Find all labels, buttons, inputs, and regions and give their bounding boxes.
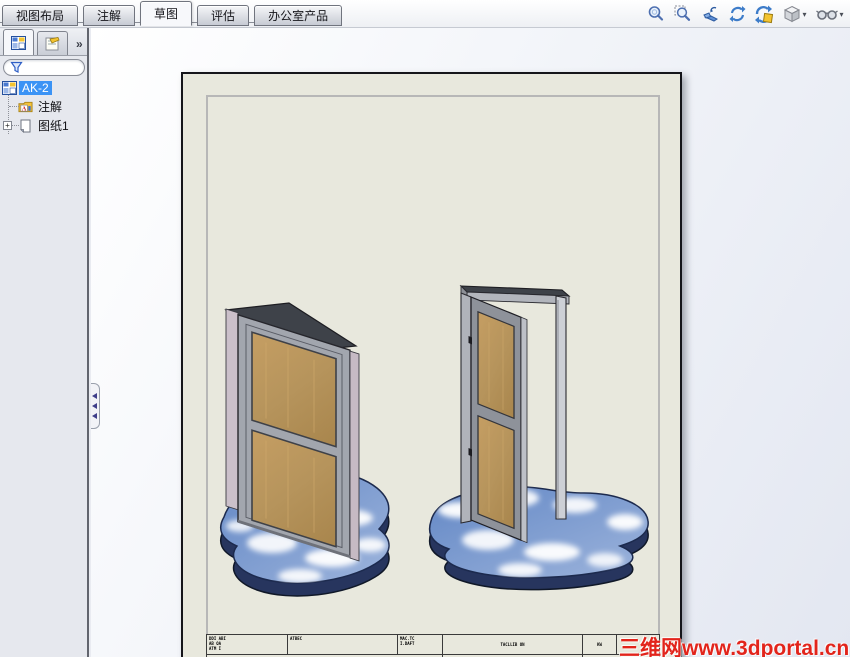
sheet-inner-border	[206, 95, 660, 634]
heads-up-toolbar: ▾ ▾	[646, 2, 844, 26]
tree-item-label: AK-2	[19, 80, 52, 95]
feature-tree: AK-2 A 注解 + 图纸1	[0, 78, 87, 135]
collapse-arrow-icon	[91, 393, 97, 399]
tab-office-products[interactable]: 办公室产品	[254, 5, 343, 26]
feature-manager-panel: » AK-2 A 注解 + 图纸1	[0, 28, 89, 657]
title-block: DDI ABI AB OA ATM I ATBEC MAC.TC I.DAFT …	[206, 634, 660, 657]
previous-view-icon[interactable]	[700, 4, 720, 24]
feature-tree-icon	[11, 35, 26, 50]
tree-item-label: 注解	[38, 100, 63, 114]
collapse-arrow-icon	[91, 413, 97, 419]
display-style-icon[interactable]: ▾	[816, 4, 844, 24]
annotations-folder-icon: A	[18, 101, 33, 112]
panel-splitter-handle[interactable]	[91, 383, 100, 429]
title-block-cell: MAC.TC I.DAFT	[398, 635, 443, 654]
drawing-document-icon	[2, 80, 17, 95]
tab-sketch[interactable]: 草图	[140, 1, 193, 26]
title-block-cell: ATBEC	[288, 635, 398, 654]
property-manager-icon	[45, 36, 60, 50]
tree-item-annotations[interactable]: A 注解	[0, 97, 87, 116]
tab-annotation[interactable]: 注解	[83, 5, 136, 26]
rebuild-sheet-icon[interactable]	[754, 4, 774, 24]
zoom-to-fit-icon[interactable]	[646, 4, 666, 24]
feature-manager-tab[interactable]	[3, 29, 34, 55]
title-block-row: DDI ABI AB OA ATM I ATBEC MAC.TC I.DAFT …	[206, 635, 660, 655]
graphics-area[interactable]: DDI ABI AB OA ATM I ATBEC MAC.TC I.DAFT …	[91, 28, 850, 657]
expand-plus-button[interactable]: +	[3, 121, 12, 130]
watermark-text: 三维网www.3dportal.cn	[619, 637, 850, 657]
collapse-arrow-icon	[91, 403, 97, 409]
tab-evaluate[interactable]: 评估	[197, 5, 250, 26]
filter-input[interactable]	[26, 61, 84, 74]
drawing-sheet-icon	[20, 119, 31, 133]
tree-item-sheet1[interactable]: + 图纸1	[0, 116, 87, 135]
panel-tab-strip: »	[0, 29, 87, 56]
property-manager-tab[interactable]	[37, 31, 68, 55]
dropdown-caret-icon: ▾	[839, 9, 844, 19]
tree-item-label: 图纸1	[38, 119, 69, 133]
title-block-cell: DDI ABI AB OA ATM I	[206, 635, 288, 654]
tree-item-ak2[interactable]: AK-2	[0, 78, 87, 97]
filter-box[interactable]	[3, 59, 85, 76]
title-block-cell: KW	[583, 635, 617, 654]
refresh-view-icon[interactable]	[727, 4, 747, 24]
solidworks-window: 视图布局 注解 草图 评估 办公室产品 ▾ ▾ DDI ABI AB OA AT…	[0, 0, 850, 657]
dropdown-caret-icon: ▾	[802, 9, 807, 19]
filter-funnel-icon	[10, 61, 23, 73]
ribbon-tabs: 视图布局 注解 草图 评估 办公室产品	[2, 1, 343, 26]
command-manager-bar: 视图布局 注解 草图 评估 办公室产品 ▾ ▾	[0, 0, 850, 28]
svg-text:A: A	[22, 106, 27, 112]
tree-connector	[9, 106, 19, 107]
tab-view-layout[interactable]: 视图布局	[2, 5, 79, 26]
drawing-sheet[interactable]: DDI ABI AB OA ATM I ATBEC MAC.TC I.DAFT …	[181, 72, 682, 657]
panel-tab-overflow[interactable]: »	[76, 37, 83, 51]
zoom-to-area-icon[interactable]	[673, 4, 693, 24]
view-orientation-icon[interactable]: ▾	[781, 4, 809, 24]
title-block-cell: TACLLIB ON	[443, 635, 583, 654]
